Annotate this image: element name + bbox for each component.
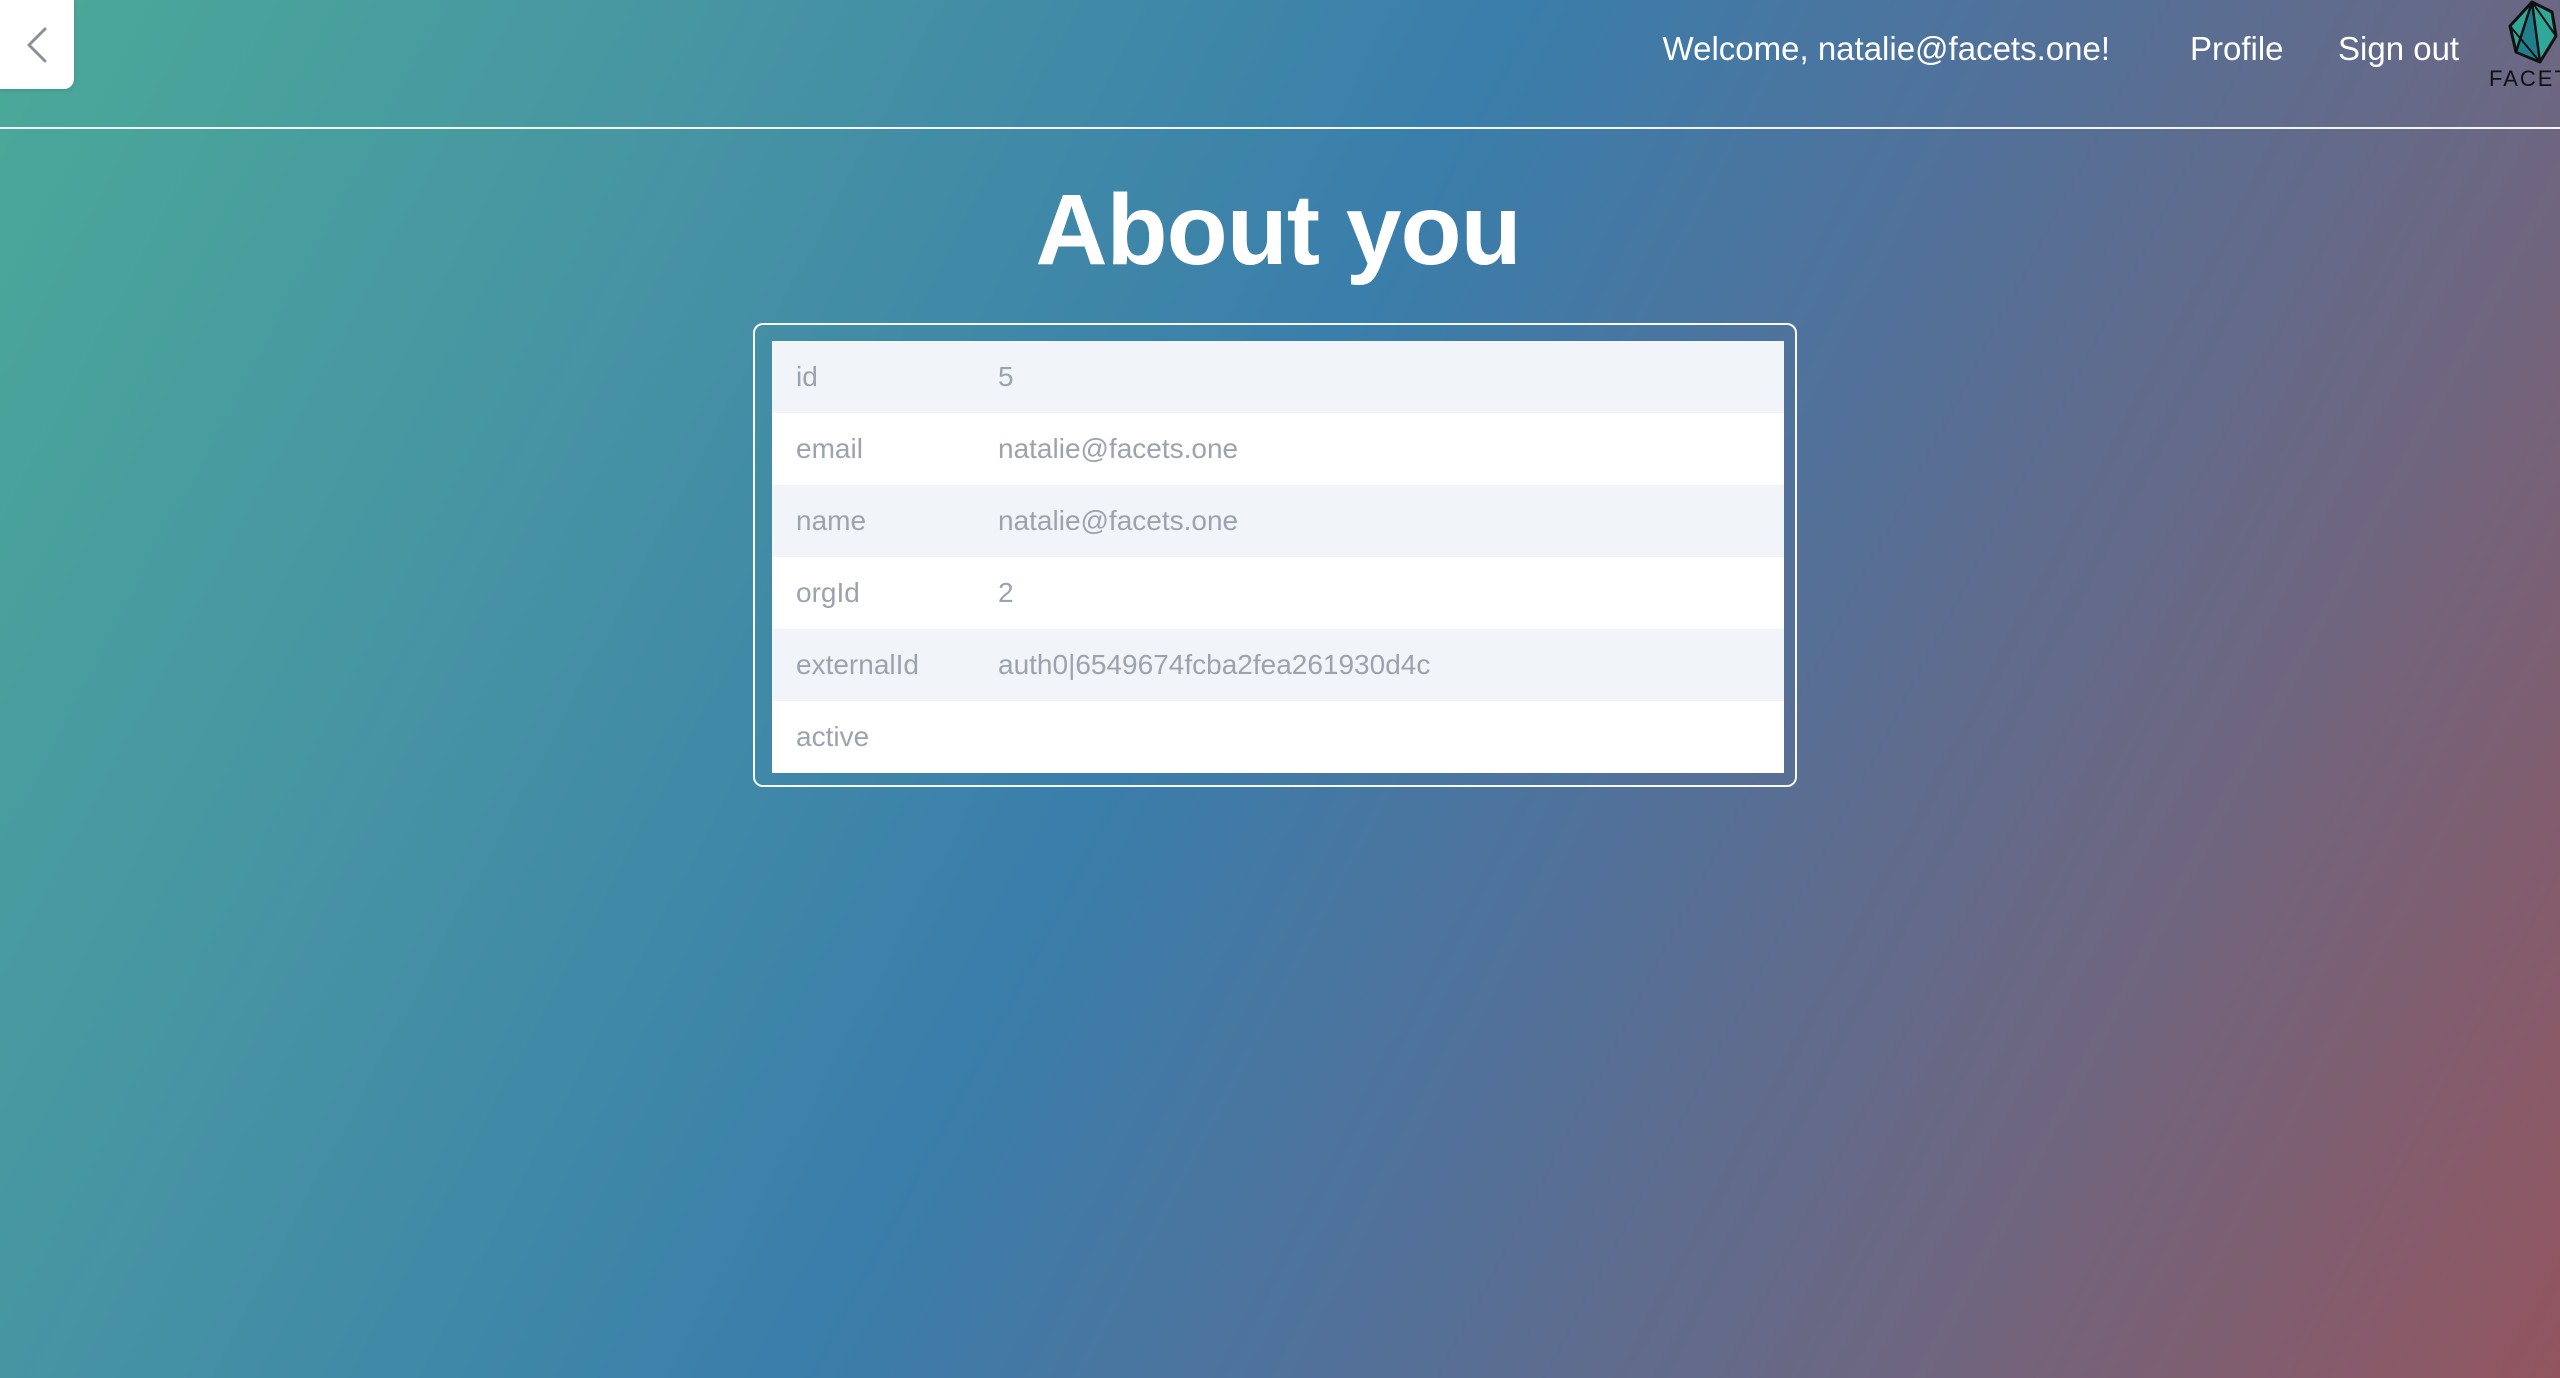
field-key: name — [796, 505, 867, 536]
user-info-table: id 5 email natalie@facets.one name natal… — [772, 341, 1784, 773]
field-value — [996, 701, 1784, 773]
page-title: About you — [1035, 174, 1521, 286]
user-info-card: id 5 email natalie@facets.one name natal… — [753, 323, 1797, 787]
field-key: email — [796, 433, 863, 464]
facets-logo[interactable]: FACETS — [2486, 0, 2560, 96]
field-value: natalie@facets.one — [998, 505, 1239, 536]
back-button[interactable] — [0, 0, 74, 89]
field-value: natalie@facets.one — [998, 433, 1239, 464]
field-key: externalId — [796, 649, 919, 680]
table-row: id 5 — [772, 341, 1784, 413]
table-row: active — [772, 701, 1784, 773]
field-key: orgId — [796, 577, 860, 608]
chevron-left-icon — [27, 27, 47, 62]
table-row: email natalie@facets.one — [772, 413, 1784, 485]
profile-link[interactable]: Profile — [2190, 24, 2284, 74]
logo-text: FACETS — [2489, 66, 2560, 91]
table-row: externalId auth0|6549674fcba2fea261930d4… — [772, 629, 1784, 701]
field-key: id — [796, 361, 818, 392]
field-value: 5 — [998, 361, 1014, 392]
top-nav-bar: Welcome, natalie@facets.one! Profile Sig… — [0, 0, 2560, 129]
field-key: active — [796, 721, 870, 752]
table-row: name natalie@facets.one — [772, 485, 1784, 557]
field-value: auth0|6549674fcba2fea261930d4c — [998, 649, 1431, 680]
field-value: 2 — [998, 577, 1014, 608]
welcome-message: Welcome, natalie@facets.one! — [1662, 30, 2110, 67]
table-row: orgId 2 — [772, 557, 1784, 629]
facets-crystal-logo-icon — [2508, 0, 2558, 64]
sign-out-link[interactable]: Sign out — [2338, 24, 2459, 74]
